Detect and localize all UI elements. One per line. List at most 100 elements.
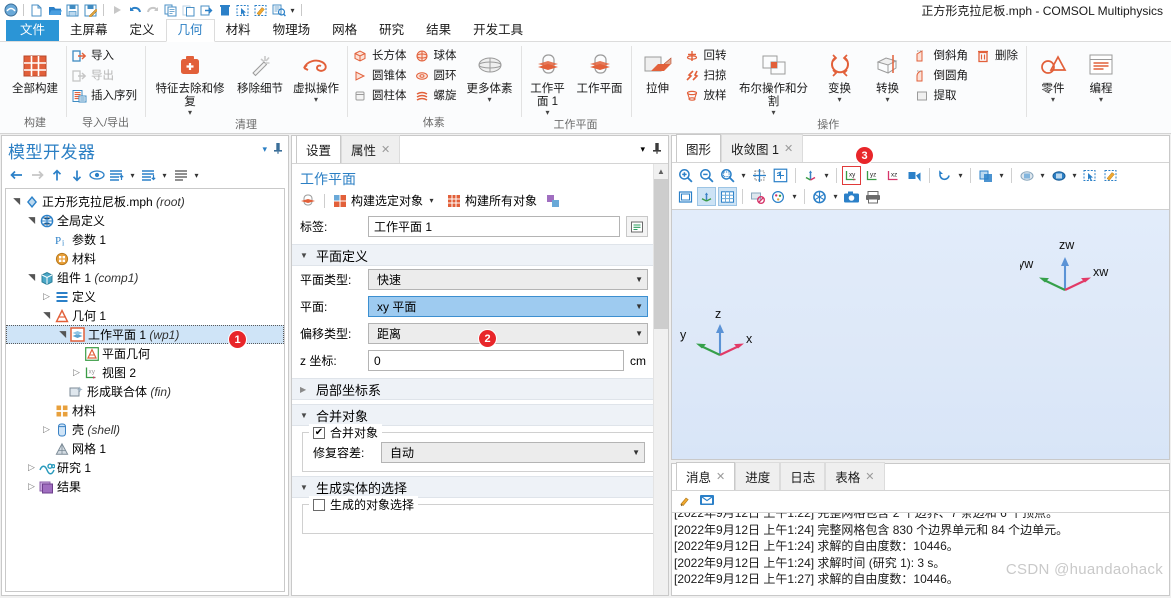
conversions-button[interactable]: 转换 ▾ <box>865 46 911 104</box>
tree-item[interactable]: ◢ 几何 1 <box>6 306 284 325</box>
ribbon-tab-results[interactable]: 结果 <box>415 20 462 41</box>
twisty-collapsed-icon[interactable]: ▷ <box>25 462 38 473</box>
unite-objects-checkbox[interactable]: ✔ <box>313 426 325 439</box>
down-icon[interactable] <box>68 167 85 183</box>
graphics-toolbar[interactable]: ▾ ▾ xy yz xz ▾ ▾ ▾ ▾ ▾ ▾ <box>672 162 1169 209</box>
repair-tolerance-select[interactable]: 自动 ▼ <box>381 442 645 463</box>
work-plane-button[interactable]: 工作平面 <box>573 46 627 96</box>
fillet-button[interactable]: 倒圆角 <box>913 67 973 85</box>
graphics-toolbar-row-1[interactable]: ▾ ▾ xy yz xz ▾ ▾ ▾ ▾ <box>676 165 1165 186</box>
collapse-caret-icon[interactable]: ▾ <box>128 171 137 180</box>
rotate-icon[interactable] <box>935 166 954 185</box>
chevron-down-icon[interactable]: ▾ <box>487 96 491 104</box>
scene-light-icon[interactable] <box>676 187 695 206</box>
ribbon-tab-geometry[interactable]: 几何 <box>165 19 215 42</box>
twisty-expanded-icon[interactable]: ◢ <box>11 195 22 208</box>
tree-item[interactable]: Pi 参数 1 <box>6 230 284 249</box>
twisty-collapsed-icon[interactable]: ▷ <box>40 291 53 302</box>
scroll-up-icon[interactable]: ▲ <box>654 164 668 179</box>
view-orientation-caret-icon[interactable]: ▾ <box>822 171 831 180</box>
zoom-selection-icon[interactable] <box>270 2 287 19</box>
helix-button[interactable]: 螺旋 <box>413 87 461 105</box>
zoom-box-icon[interactable] <box>718 166 737 185</box>
ribbon-tab-mesh[interactable]: 网格 <box>321 20 368 41</box>
plot-button[interactable] <box>546 194 560 208</box>
clear-selection-icon[interactable] <box>252 2 269 19</box>
twisty-collapsed-icon[interactable]: ▷ <box>70 367 83 378</box>
settings-tab-bar[interactable]: 设置 属性 ✕ ▾ <box>292 135 668 163</box>
rename-icon[interactable] <box>626 216 648 237</box>
redo-icon[interactable] <box>144 2 161 19</box>
twisty-expanded-icon[interactable]: ◢ <box>26 214 37 227</box>
tree-item[interactable]: ◢ 正方形克拉尼板.mph (root) <box>6 192 284 211</box>
save-as-icon[interactable] <box>82 2 99 19</box>
revolve-button[interactable]: 回转 <box>683 47 731 65</box>
clear-messages-icon[interactable] <box>678 493 693 510</box>
email-messages-icon[interactable] <box>699 493 715 510</box>
chevron-down-icon[interactable]: ▾ <box>885 96 889 104</box>
messages-tab-bar[interactable]: 消息 ✕ 进度 日志 表格 ✕ <box>672 462 1169 490</box>
wireframe-caret-icon[interactable]: ▾ <box>1038 171 1047 180</box>
render-icon[interactable] <box>810 187 829 206</box>
hide-geometry-icon[interactable] <box>748 187 767 206</box>
xy-view-icon[interactable]: xy <box>842 166 861 185</box>
undo-icon[interactable] <box>126 2 143 19</box>
scrollbar-thumb[interactable] <box>654 179 668 329</box>
render-caret-icon[interactable]: ▾ <box>831 192 840 201</box>
pin-icon[interactable] <box>652 142 662 157</box>
section-header-local-coordinate-system[interactable]: ▶ 局部坐标系 <box>292 378 668 400</box>
tab-log[interactable]: 日志 <box>780 462 826 490</box>
ribbon-tab-developer[interactable]: 开发工具 <box>462 20 534 41</box>
color-caret-icon[interactable]: ▾ <box>790 192 799 201</box>
chevron-down-icon[interactable]: ▾ <box>1099 96 1103 104</box>
pin-icon[interactable] <box>273 142 283 157</box>
new-icon[interactable] <box>28 2 45 19</box>
forward-icon[interactable] <box>28 167 45 183</box>
chevron-down-icon[interactable]: ▾ <box>188 109 192 117</box>
defeature-repair-button[interactable]: 特征去除和修复 ▾ <box>149 46 231 117</box>
wireframe-icon[interactable] <box>1017 166 1036 185</box>
sphere-button[interactable]: 球体 <box>413 47 461 65</box>
z-coordinate-input[interactable]: 0 <box>368 350 624 371</box>
parts-button[interactable]: 零件 ▾ <box>1030 46 1076 104</box>
delete-entities-button[interactable]: 删除 <box>974 47 1022 65</box>
remove-details-button[interactable]: 移除细节 <box>233 46 287 96</box>
resulting-objects-checkbox[interactable] <box>313 498 325 511</box>
extrude-button[interactable]: 拉伸 <box>635 46 681 96</box>
grid-icon[interactable] <box>718 187 737 206</box>
twisty-expanded-icon[interactable]: ◢ <box>41 309 52 322</box>
resulting-objects-legend[interactable]: 生成的对象选择 <box>309 496 419 513</box>
tree-item[interactable]: ▷ 壳 (shell) <box>6 420 284 439</box>
ribbon-tab-file[interactable]: 文件 <box>6 20 60 41</box>
close-icon[interactable]: ✕ <box>865 470 874 483</box>
tree-item[interactable]: ▷ 定义 <box>6 287 284 306</box>
tree-item[interactable]: ▷ xy 视图 2 <box>6 363 284 382</box>
build-selected-button[interactable]: 构建选定对象 ▾ <box>333 192 436 209</box>
overflow-caret-icon[interactable]: ▾ <box>288 6 297 15</box>
ribbon-tab-materials[interactable]: 材料 <box>215 20 262 41</box>
settings-scrollbar[interactable]: ▲ <box>653 164 668 595</box>
select-mode-icon[interactable] <box>1049 166 1068 185</box>
sweep-button[interactable]: 扫掠 <box>683 67 731 85</box>
graphics-tab-bar[interactable]: 图形 收敛图 1 ✕ <box>672 134 1169 162</box>
graphics-toolbar-row-2[interactable]: ▾ ▾ <box>676 186 1165 207</box>
tree-item[interactable]: 材料 <box>6 401 284 420</box>
chevron-down-icon[interactable]: ▾ <box>837 96 841 104</box>
loft-button[interactable]: 放样 <box>683 87 731 105</box>
list-caret-icon[interactable]: ▾ <box>192 171 201 180</box>
zoom-to-selection-icon[interactable] <box>771 166 790 185</box>
ribbon-tab-study[interactable]: 研究 <box>368 20 415 41</box>
show-icon[interactable] <box>88 167 105 183</box>
expand-caret-icon[interactable]: ▾ <box>160 171 169 180</box>
virtual-operations-button[interactable]: 虚拟操作 ▾ <box>289 46 343 104</box>
build-preceding-button[interactable] <box>300 193 316 209</box>
expand-icon[interactable] <box>140 167 157 183</box>
tab-graphics[interactable]: 图形 <box>676 134 722 162</box>
tree-item[interactable]: 网格 1 <box>6 439 284 458</box>
tab-progress[interactable]: 进度 <box>735 462 781 490</box>
ribbon-tab-bar[interactable]: 文件 主屏幕 定义 几何 材料 物理场 网格 研究 结果 开发工具 <box>0 19 1171 42</box>
label-input[interactable]: 工作平面 1 <box>368 216 620 237</box>
transparency-icon[interactable] <box>976 166 995 185</box>
up-icon[interactable] <box>48 167 65 183</box>
tree-item[interactable]: 平面几何 <box>6 344 284 363</box>
